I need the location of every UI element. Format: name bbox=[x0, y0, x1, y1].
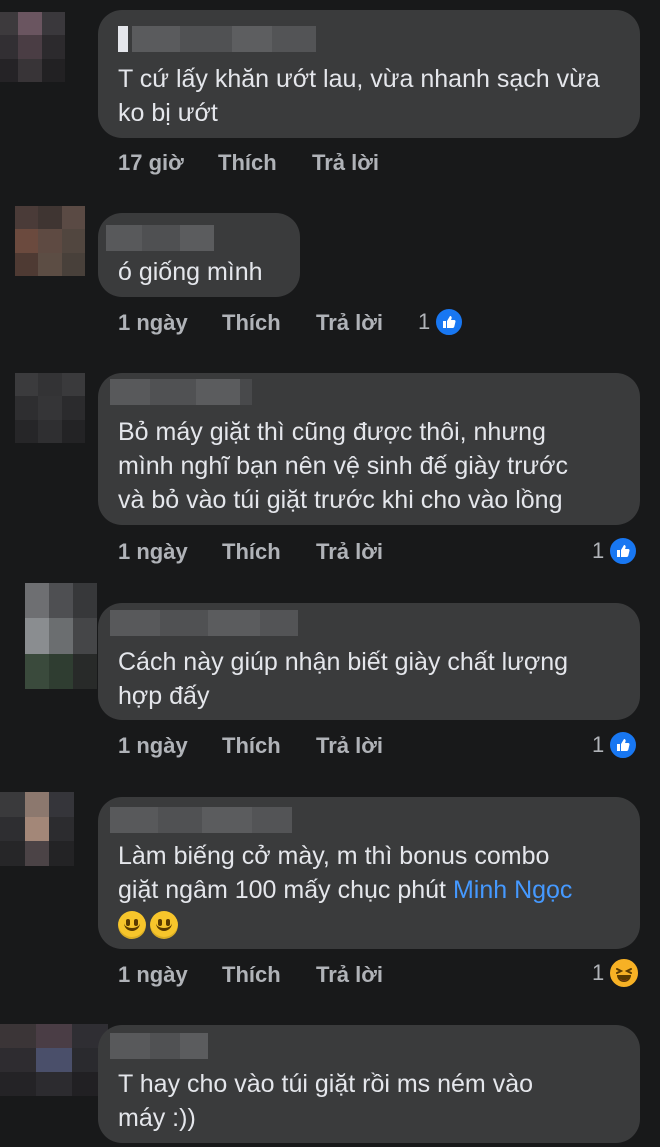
avatar[interactable] bbox=[15, 373, 85, 443]
comment-text: T hay cho vào túi giặt rồi ms ném vào má… bbox=[118, 1070, 534, 1132]
reaction-count: 1 bbox=[418, 309, 431, 334]
comment-text: Bỏ máy giặt thì cũng được thôi, nhưng mì… bbox=[118, 418, 569, 514]
like-button[interactable]: Thích bbox=[222, 733, 316, 759]
avatar[interactable] bbox=[15, 206, 85, 276]
like-icon bbox=[608, 536, 639, 566]
comment-bubble: Cách này giúp nhận biết giày chất lượng … bbox=[98, 603, 640, 720]
like-button[interactable]: Thích bbox=[222, 962, 316, 988]
author-name-redacted[interactable] bbox=[110, 610, 298, 636]
author-name-redacted[interactable] bbox=[110, 379, 252, 405]
comment-time[interactable]: 1 ngày bbox=[118, 539, 222, 565]
comment-bubble: T cứ lấy khăn ướt lau, vừa nhanh sạch vừ… bbox=[98, 10, 640, 138]
like-icon bbox=[434, 307, 465, 337]
reply-button[interactable]: Trả lời bbox=[316, 539, 406, 565]
smile-emoji bbox=[150, 911, 178, 940]
reaction-summary[interactable]: 1 bbox=[592, 536, 639, 566]
comment-time[interactable]: 1 ngày bbox=[118, 733, 222, 759]
reaction-count: 1 bbox=[592, 960, 605, 985]
avatar[interactable] bbox=[0, 792, 74, 866]
author-name-redacted[interactable] bbox=[110, 1033, 208, 1059]
reaction-count: 1 bbox=[592, 538, 605, 563]
like-button[interactable]: Thích bbox=[222, 310, 316, 336]
haha-icon bbox=[608, 957, 641, 989]
reply-button[interactable]: Trả lời bbox=[316, 962, 406, 988]
comment-text: Cách này giúp nhận biết giày chất lượng … bbox=[118, 648, 569, 710]
reaction-summary[interactable]: 1 bbox=[418, 307, 465, 337]
like-icon bbox=[608, 730, 639, 760]
avatar[interactable] bbox=[0, 1024, 108, 1096]
comment-bubble: Bỏ máy giặt thì cũng được thôi, nhưng mì… bbox=[98, 373, 640, 525]
comment-bubble: T hay cho vào túi giặt rồi ms ném vào má… bbox=[98, 1025, 640, 1143]
comment-time[interactable]: 17 giờ bbox=[118, 150, 218, 176]
reply-button[interactable]: Trả lời bbox=[316, 310, 406, 336]
avatar[interactable] bbox=[25, 583, 97, 689]
comment-time[interactable]: 1 ngày bbox=[118, 962, 222, 988]
comment-text: Làm biếng cở mày, m thì bonus combo giặt… bbox=[118, 839, 624, 941]
author-name-redacted[interactable] bbox=[106, 225, 214, 251]
avatar[interactable] bbox=[0, 12, 65, 82]
like-button[interactable]: Thích bbox=[218, 150, 312, 176]
mention-link[interactable]: Minh Ngọc bbox=[453, 876, 573, 904]
reaction-summary[interactable]: 1 bbox=[592, 730, 639, 760]
comment-text: ó giống mình bbox=[118, 258, 263, 286]
author-name-redacted[interactable] bbox=[118, 26, 316, 52]
like-button[interactable]: Thích bbox=[222, 539, 316, 565]
comment-time[interactable]: 1 ngày bbox=[118, 310, 222, 336]
comment-text: T cứ lấy khăn ướt lau, vừa nhanh sạch vừ… bbox=[118, 65, 600, 127]
reaction-summary[interactable]: 1 bbox=[592, 957, 641, 989]
reply-button[interactable]: Trả lời bbox=[312, 150, 402, 176]
author-name-redacted[interactable] bbox=[110, 807, 292, 833]
comment-bubble: Làm biếng cở mày, m thì bonus combo giặt… bbox=[98, 797, 640, 949]
reply-button[interactable]: Trả lời bbox=[316, 733, 406, 759]
smile-emoji bbox=[118, 911, 146, 940]
comment-bubble: ó giống mình bbox=[98, 213, 300, 297]
reaction-count: 1 bbox=[592, 732, 605, 757]
